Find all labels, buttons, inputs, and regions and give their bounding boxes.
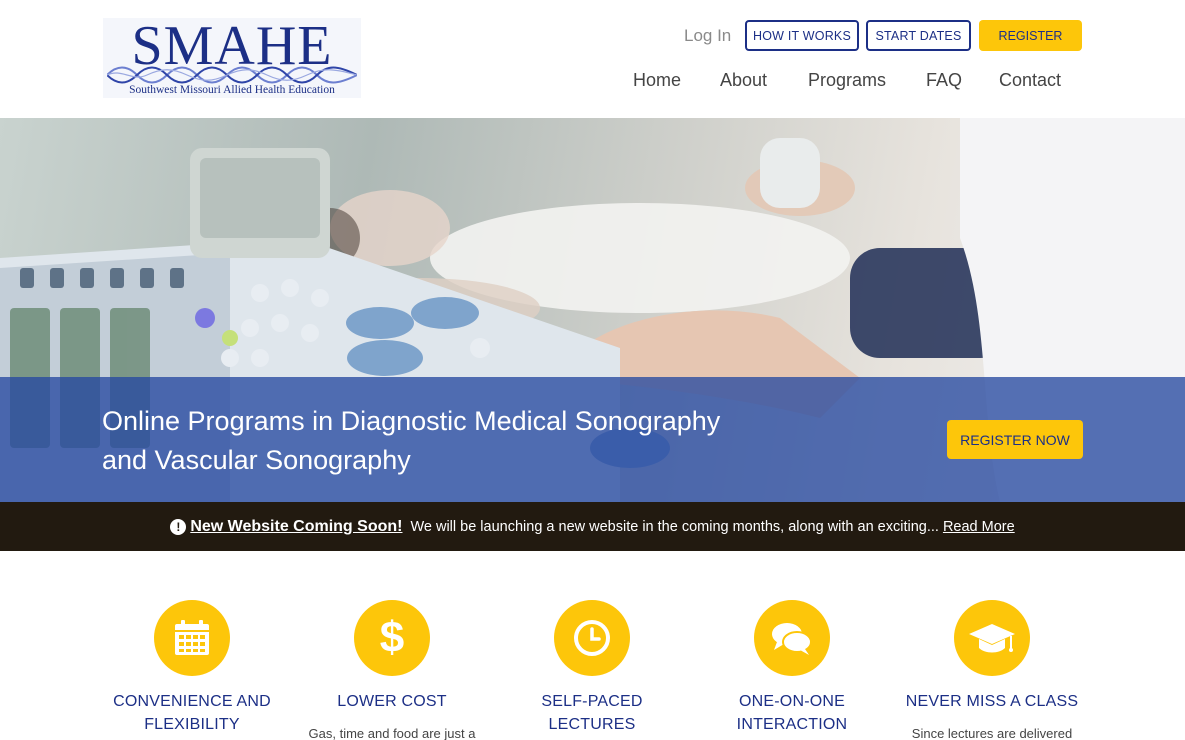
register-now-button[interactable]: REGISTER NOW	[947, 420, 1083, 459]
smahe-logo[interactable]: SMAHE Southwest Missouri Allied Health E…	[103, 15, 361, 98]
register-button[interactable]: REGISTER	[979, 20, 1082, 51]
feature-never-miss: NEVER MISS A CLASS Since lectures are de…	[892, 600, 1092, 740]
feature-title: NEVER MISS A CLASS	[892, 690, 1092, 713]
start-dates-button[interactable]: START DATES	[866, 20, 971, 51]
graduation-cap-icon	[954, 600, 1030, 676]
feature-self-paced: SELF-PACED LECTURES	[492, 600, 692, 736]
exclamation-circle-icon: !	[170, 518, 187, 535]
announcement-text: We will be launching a new website in th…	[410, 518, 939, 535]
login-link[interactable]: Log In	[684, 26, 731, 46]
announcement-headline-link[interactable]: New Website Coming Soon!	[190, 518, 402, 536]
feature-lower-cost: $ LOWER COST Gas, time and food are just…	[292, 600, 492, 740]
hero-banner: Online Programs in Diagnostic Medical So…	[0, 118, 1185, 502]
logo-subtitle: Southwest Missouri Allied Health Educati…	[129, 84, 335, 96]
nav-about[interactable]: About	[720, 70, 767, 91]
feature-title-line-1: LOWER COST	[337, 693, 447, 710]
announcement-bar: ! New Website Coming Soon! We will be la…	[0, 502, 1185, 551]
nav-contact[interactable]: Contact	[999, 70, 1061, 91]
feature-title: SELF-PACED LECTURES	[492, 690, 692, 736]
feature-title: CONVENIENCE AND FLEXIBILITY	[92, 690, 292, 736]
page: SMAHE Southwest Missouri Allied Health E…	[0, 0, 1185, 740]
clock-icon	[554, 600, 630, 676]
feature-title-line-2: FLEXIBILITY	[144, 716, 240, 733]
calendar-icon	[154, 600, 230, 676]
feature-description: Gas, time and food are just a	[308, 726, 476, 740]
hero-title-line-2: and Vascular Sonography	[102, 445, 411, 475]
feature-one-on-one: ONE-ON-ONE INTERACTION	[692, 600, 892, 736]
nav-programs[interactable]: Programs	[808, 70, 886, 91]
feature-convenience: CONVENIENCE AND FLEXIBILITY	[92, 600, 292, 736]
feature-title-line-2: INTERACTION	[736, 716, 848, 733]
hero-title-line-1: Online Programs in Diagnostic Medical So…	[102, 406, 721, 436]
nav-home[interactable]: Home	[633, 70, 681, 91]
feature-title: LOWER COST	[292, 690, 492, 713]
nav-faq[interactable]: FAQ	[926, 70, 962, 91]
feature-title: ONE-ON-ONE INTERACTION	[692, 690, 892, 736]
feature-title-line-1: SELF-PACED	[541, 693, 643, 710]
read-more-link[interactable]: Read More	[943, 519, 1015, 535]
feature-title-line-2: LECTURES	[548, 716, 636, 733]
feature-title-line-1: CONVENIENCE AND	[113, 693, 271, 710]
site-header: SMAHE Southwest Missouri Allied Health E…	[0, 0, 1185, 118]
hero-title: Online Programs in Diagnostic Medical So…	[102, 402, 742, 480]
how-it-works-button[interactable]: HOW IT WORKS	[745, 20, 859, 51]
dollar-icon: $	[354, 600, 430, 676]
feature-title-line-1: ONE-ON-ONE	[739, 693, 845, 710]
feature-description: Since lectures are delivered	[911, 726, 1073, 740]
chat-bubbles-icon	[754, 600, 830, 676]
feature-title-line-1: NEVER MISS A CLASS	[905, 693, 1079, 710]
